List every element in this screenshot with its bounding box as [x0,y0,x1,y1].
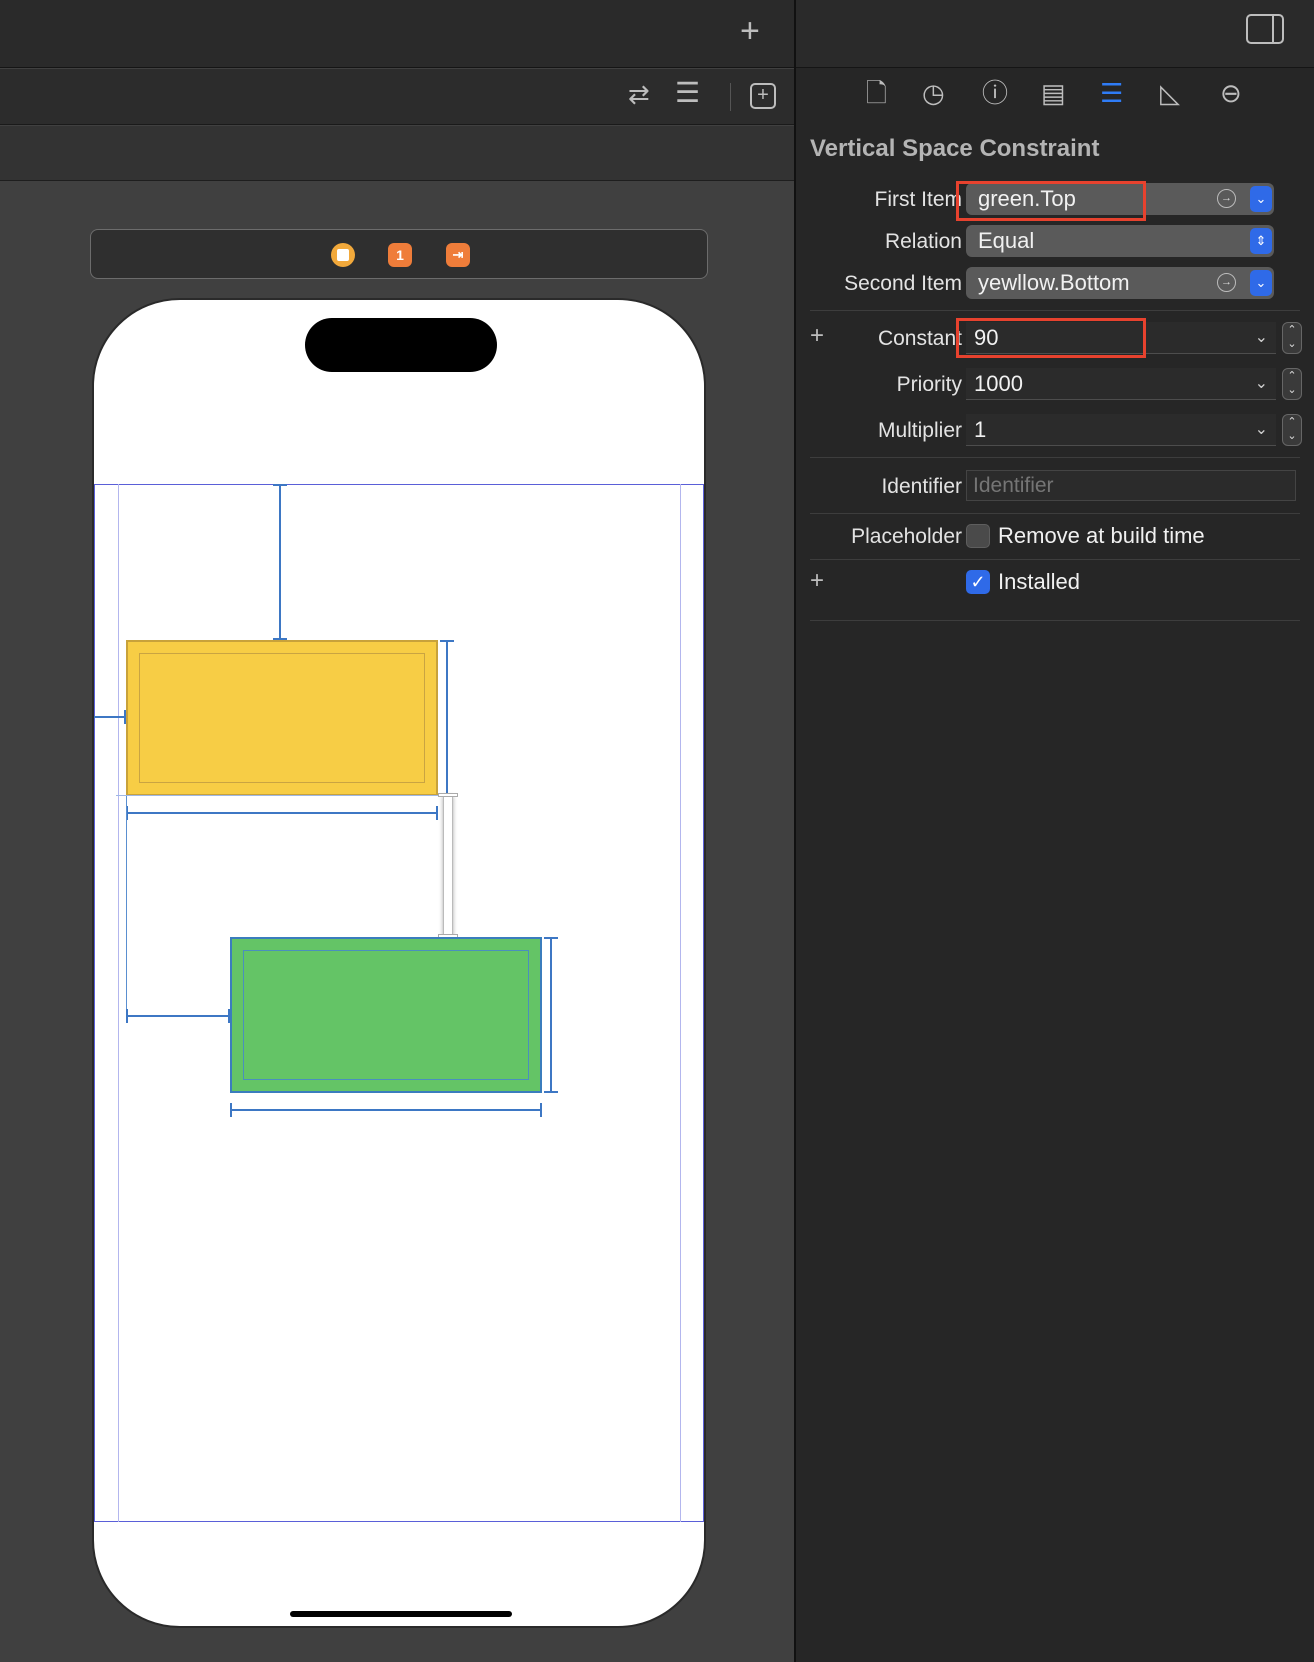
green-height-constraint-cap [544,1091,558,1093]
green-height-constraint-cap [544,937,558,939]
green-view-margin [243,950,529,1080]
align-lines-icon[interactable]: ☰ [675,79,700,107]
green-height-constraint[interactable] [550,937,552,1093]
attributes-inspector-icon[interactable]: ☰ [1100,80,1123,106]
yellow-height-constraint-cap [440,640,454,642]
chevron-down-icon[interactable]: ⌄ [1250,186,1272,212]
identity-inspector-icon[interactable]: ▤ [1041,80,1066,106]
add-editor-icon[interactable]: + [750,83,776,109]
separator [810,620,1300,621]
separator [810,559,1300,560]
chevron-down-icon[interactable]: ⌄ [1255,322,1268,354]
add-variation-icon[interactable]: + [810,322,824,350]
toggle-inspector-icon[interactable] [1246,14,1284,44]
green-width-constraint-cap [540,1103,542,1117]
priority-field[interactable]: 1000 ⌄ [966,368,1276,400]
constant-stepper[interactable]: ⌃ ⌄ [1282,322,1302,354]
chevron-down-icon[interactable]: ⌄ [1250,270,1272,296]
layout-margin-right [680,484,681,1522]
multiplier-value: 1 [974,417,987,442]
help-inspector-icon[interactable]: ⓘ [982,80,1008,106]
yellow-width-constraint-cap [436,806,438,820]
first-responder-icon[interactable]: 1 [388,243,412,267]
remove-at-build-time-checkbox[interactable] [966,524,990,548]
layout-margin-left [118,484,119,1522]
selected-constraint-cap [438,793,458,797]
yellow-width-constraint[interactable] [126,812,438,814]
highlight-box-constant [956,318,1146,358]
multiplier-label: Multiplier [877,419,962,442]
yellow-top-constraint[interactable] [279,484,281,640]
priority-value: 1000 [974,371,1023,396]
separator [810,457,1300,458]
inspector-title: Vertical Space Constraint [810,135,1100,162]
separator [810,513,1300,514]
placeholder-label: Placeholder [851,525,962,548]
installed-label: Installed [998,569,1080,594]
canvas-area[interactable]: + ⇄ ☰ + 1 ⇥ [0,0,794,1662]
toolbar-separator [730,83,731,111]
yellow-height-constraint[interactable] [446,640,448,796]
green-view[interactable] [230,937,542,1093]
jump-bar [0,126,794,181]
green-width-constraint-cap [230,1103,232,1117]
chevron-down-icon[interactable]: ⌄ [1255,368,1268,400]
installed-checkbox[interactable]: ✓ [966,570,990,594]
yellow-view[interactable] [126,640,438,796]
editor-toolbar: ⇄ ☰ + [0,69,794,125]
multiplier-field[interactable]: 1 ⌄ [966,414,1276,446]
green-width-constraint[interactable] [230,1109,542,1111]
yellow-view-margin [139,653,425,783]
add-icon[interactable]: + [740,14,760,48]
go-to-item-icon[interactable]: → [1217,273,1236,292]
file-inspector-icon[interactable]: 🗋 [866,80,887,106]
separator [810,310,1300,311]
editor-top-bar: + [0,0,794,68]
alignment-guide [116,795,444,796]
relation-popup[interactable]: Equal ⇕ [966,225,1274,257]
chevron-down-icon[interactable]: ⌄ [1255,414,1268,446]
constant-label: Constant [877,327,962,350]
inspector-top-bar [796,0,1314,68]
size-inspector-icon[interactable]: ◺ [1160,80,1180,106]
highlight-box-first-item [956,181,1146,221]
add-variation-icon[interactable]: + [810,567,824,595]
remove-at-build-time-label: Remove at build time [998,523,1205,548]
connections-inspector-icon[interactable]: ⊖ [1220,80,1242,106]
priority-label: Priority [896,373,962,396]
relation-label: Relation [884,230,962,253]
green-leading-constraint-cap [126,1009,128,1023]
swap-arrows-icon[interactable]: ⇄ [628,81,650,107]
go-to-item-icon[interactable]: → [1217,189,1236,208]
yellow-top-constraint-cap [273,484,287,486]
view-controller-icon[interactable] [331,243,355,267]
priority-stepper[interactable]: ⌃ ⌄ [1282,368,1302,400]
history-inspector-icon[interactable]: ◷ [922,80,945,106]
alignment-guide [126,796,127,1018]
second-item-label: Second Item [844,272,962,295]
identifier-label: Identifier [881,475,962,498]
first-item-label: First Item [874,188,963,211]
exit-icon[interactable]: ⇥ [446,243,470,267]
second-item-popup[interactable]: yewllow.Bottom → ⌄ [966,267,1274,299]
yellow-leading-constraint[interactable] [94,716,126,718]
iphone-canvas[interactable] [92,298,706,1628]
inspector-panel: 🗋 ◷ ⓘ ▤ ☰ ◺ ⊖ Vertical Space Constraint … [796,0,1314,1662]
identifier-input[interactable] [966,470,1296,501]
dynamic-island [305,318,497,372]
relation-value: Equal [978,228,1035,253]
selected-vertical-space-constraint[interactable] [443,796,453,937]
green-leading-constraint[interactable] [126,1015,230,1017]
scene-dock: 1 ⇥ [90,229,708,279]
second-item-value: yewllow.Bottom [978,270,1130,295]
multiplier-stepper[interactable]: ⌃ ⌄ [1282,414,1302,446]
updown-chevron-icon[interactable]: ⇕ [1250,228,1272,254]
home-indicator [290,1611,512,1617]
